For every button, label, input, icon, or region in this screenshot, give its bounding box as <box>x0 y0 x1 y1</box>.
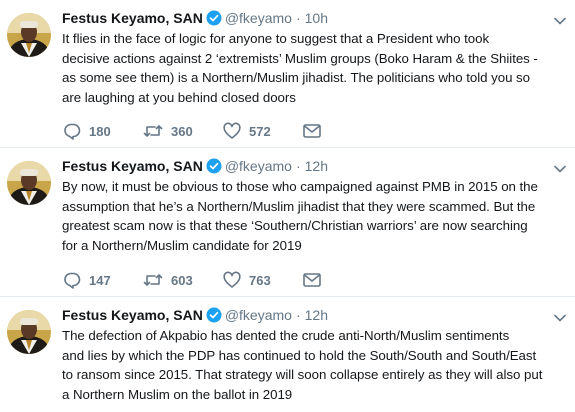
tweet-timestamp[interactable]: 10h <box>305 10 328 26</box>
tweet-timestamp[interactable]: 12h <box>305 307 328 323</box>
like-count: 763 <box>249 272 271 288</box>
like-button[interactable]: 572 <box>223 122 303 140</box>
retweet-count: 360 <box>171 123 193 139</box>
avatar[interactable] <box>7 310 51 354</box>
retweet-button[interactable]: 360 <box>143 122 223 140</box>
author-handle[interactable]: @fkeyamo <box>225 158 292 174</box>
tweet-header: Festus Keyamo, SAN @fkeyamo · 12h <box>62 306 328 324</box>
tweet-text-line: for a Northern/Muslim candidate for 2019 <box>62 237 302 253</box>
chevron-down-icon[interactable] <box>554 160 566 173</box>
retweet-button[interactable]: 603 <box>143 271 223 289</box>
author-name[interactable]: Festus Keyamo, SAN <box>62 307 203 323</box>
avatar[interactable] <box>7 13 51 57</box>
tweet-text: It flies in the face of logic for anyone… <box>62 29 570 107</box>
heart-icon <box>223 122 241 140</box>
direct-message-button[interactable] <box>303 123 383 139</box>
reply-count: 147 <box>89 272 111 288</box>
tweet-actions: 180 360 572 <box>63 122 383 140</box>
tweet-text-line: a Northern Muslim on the ballot in 2019 <box>62 386 293 402</box>
tweet-text-line: The defection of Akpabio has dented the … <box>62 328 510 343</box>
like-count: 572 <box>249 123 271 139</box>
tweet[interactable]: Festus Keyamo, SAN @fkeyamo · 10h It fli… <box>0 0 575 148</box>
tweet-feed: Festus Keyamo, SAN @fkeyamo · 10h It fli… <box>0 0 575 412</box>
tweet[interactable]: Festus Keyamo, SAN @fkeyamo · 12h The de… <box>0 297 575 412</box>
retweet-icon <box>143 271 163 289</box>
tweet[interactable]: Festus Keyamo, SAN @fkeyamo · 12h By now… <box>0 148 575 297</box>
direct-message-button[interactable] <box>303 272 383 288</box>
tweet-text: By now, it must be obvious to those who … <box>62 177 570 255</box>
verified-badge-icon <box>206 158 222 174</box>
verified-badge-icon <box>206 10 222 26</box>
tweet-actions: 147 603 763 <box>63 271 383 289</box>
tweet-text-line: assumption that he’s a Northern/Muslim j… <box>62 198 536 214</box>
author-name[interactable]: Festus Keyamo, SAN <box>62 158 203 174</box>
separator-dot: · <box>295 10 301 26</box>
tweet-text-line: as some see them) is a Northern/Muslim j… <box>62 70 531 85</box>
author-handle[interactable]: @fkeyamo <box>225 307 292 323</box>
tweet-header: Festus Keyamo, SAN @fkeyamo · 12h <box>62 157 328 175</box>
chevron-down-icon[interactable] <box>554 309 566 322</box>
separator-dot: · <box>295 158 301 174</box>
separator-dot: · <box>295 307 301 323</box>
retweet-count: 603 <box>171 272 193 288</box>
tweet-text-line: It flies in the face of logic for anyone… <box>62 31 490 46</box>
avatar[interactable] <box>7 161 51 205</box>
tweet-text: The defection of Akpabio has dented the … <box>62 326 570 404</box>
like-button[interactable]: 763 <box>223 271 303 289</box>
tweet-text-line: By now, it must be obvious to those who … <box>62 179 538 194</box>
envelope-icon <box>303 123 321 139</box>
tweet-text-line: and lies by which the PDP has continued … <box>62 347 537 363</box>
retweet-icon <box>143 122 163 140</box>
author-name[interactable]: Festus Keyamo, SAN <box>62 10 203 26</box>
envelope-icon <box>303 272 321 288</box>
chevron-down-icon[interactable] <box>554 12 566 25</box>
tweet-text-line: greatest scam now is that these ‘Souther… <box>62 218 528 233</box>
heart-icon <box>223 271 241 289</box>
reply-count: 180 <box>89 123 111 139</box>
speech-bubble-icon <box>63 271 81 289</box>
verified-badge-icon <box>206 307 222 323</box>
reply-button[interactable]: 180 <box>63 122 143 140</box>
tweet-timestamp[interactable]: 12h <box>305 158 328 174</box>
author-handle[interactable]: @fkeyamo <box>225 10 292 26</box>
tweet-text-line: are laughing at you behind closed doors <box>62 89 296 105</box>
tweet-text-line: to ransom since 2015. That strategy will… <box>62 367 543 382</box>
speech-bubble-icon <box>63 122 81 140</box>
tweet-text-line: decisive actions against 2 ‘extremists’ … <box>62 50 538 66</box>
reply-button[interactable]: 147 <box>63 271 143 289</box>
tweet-header: Festus Keyamo, SAN @fkeyamo · 10h <box>62 9 328 27</box>
